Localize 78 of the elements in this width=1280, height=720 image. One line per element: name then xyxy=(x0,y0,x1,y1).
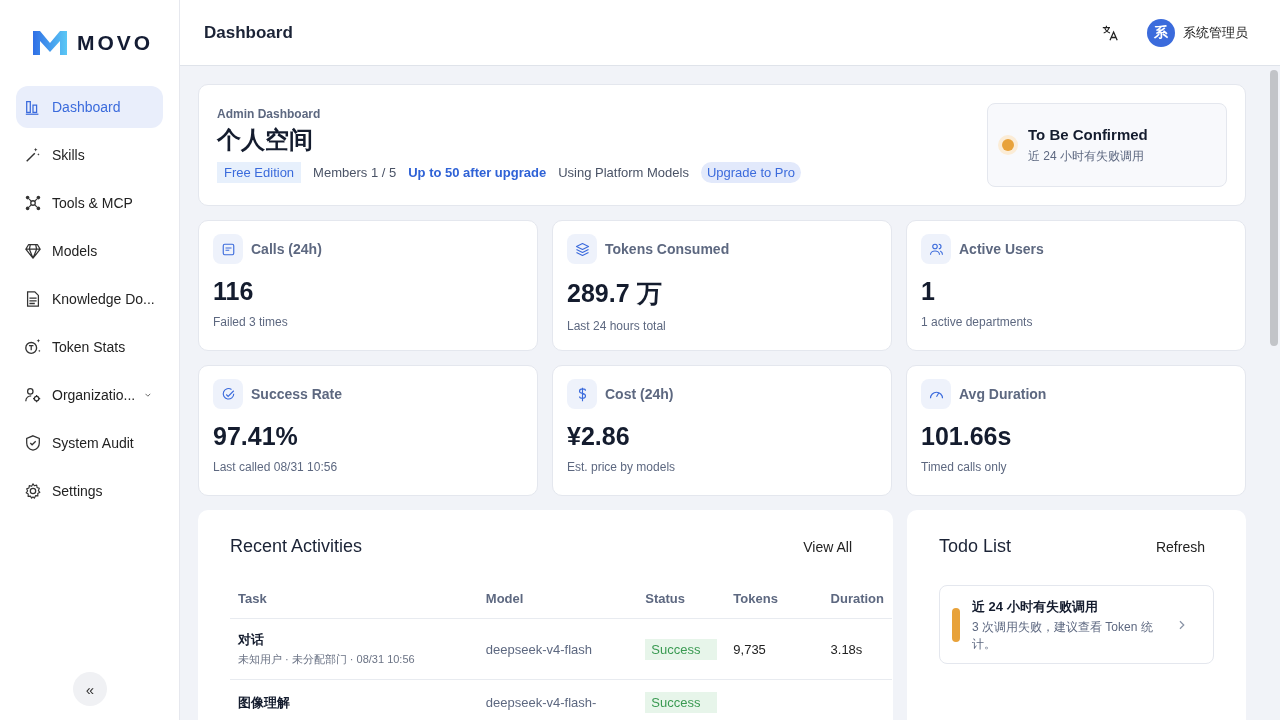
todo-title: 近 24 小时有失败调用 xyxy=(972,598,1099,616)
document-icon xyxy=(24,290,42,308)
alert-title: To Be Confirmed xyxy=(1028,125,1148,143)
task-name: 图像理解 xyxy=(238,693,291,712)
scroll-bar[interactable] xyxy=(1270,70,1278,346)
column-header: Duration xyxy=(822,591,892,619)
stat-note: Last 24 hours total xyxy=(567,319,667,333)
models-note: Using Platform Models xyxy=(558,165,689,180)
stat-value: 1 xyxy=(921,277,936,306)
stat-value: 289.7 万 xyxy=(567,278,663,309)
shield-icon xyxy=(24,434,42,452)
status-tag: Success xyxy=(645,638,718,660)
section-title: Todo List xyxy=(939,536,1012,557)
task-name: 对话 xyxy=(238,631,265,649)
nav-item[interactable]: System Audit xyxy=(16,422,163,464)
nav-item[interactable]: Dashboard xyxy=(16,86,163,128)
translate-icon[interactable] xyxy=(1101,23,1119,42)
stat-label: Active Users xyxy=(959,241,1044,257)
column-header: Tokens xyxy=(725,591,823,619)
user-name[interactable]: 系统管理员 xyxy=(1183,23,1248,42)
stat-label: Cost (24h) xyxy=(605,386,674,402)
stat-label: Avg Duration xyxy=(959,386,1047,402)
status-tag: Success xyxy=(645,692,718,713)
stat-note: Failed 3 times xyxy=(213,315,289,329)
nav-item[interactable]: Organizatio... xyxy=(16,374,163,416)
wand-icon xyxy=(24,146,42,164)
edition-tag: Free Edition xyxy=(217,162,302,183)
stat-value: 101.66s xyxy=(921,422,1013,451)
nav-item[interactable]: Tools & MCP xyxy=(16,182,163,224)
column-header: Status xyxy=(637,591,726,619)
eyebrow-label: Admin Dashboard xyxy=(217,107,322,121)
user-avatar[interactable]: 系 xyxy=(1147,18,1175,47)
diamond-icon xyxy=(24,242,42,260)
members-count: Members 1 / 5 xyxy=(313,165,397,180)
settings-icon xyxy=(24,482,42,500)
column-header: Model xyxy=(477,591,638,619)
stat-label: Success Rate xyxy=(251,386,343,402)
stat-value: ¥2.86 xyxy=(567,422,631,451)
table-cell: 9,735 xyxy=(733,641,766,657)
upgrade-button[interactable]: Upgrade to Pro xyxy=(700,162,802,183)
column-header: Task xyxy=(230,591,478,619)
brand-name: MOVO xyxy=(77,30,154,55)
collapse-button[interactable]: « xyxy=(73,672,107,706)
table-cell: 3.18s xyxy=(830,641,863,657)
nav-item[interactable]: Settings xyxy=(16,470,163,512)
task-meta: 未知用户 · 未分配部门 · 08/31 10:56 xyxy=(238,652,416,667)
nav-item[interactable]: Token Stats xyxy=(16,326,163,368)
view-all-link[interactable]: View All xyxy=(803,538,852,555)
stat-note: 1 active departments xyxy=(921,315,1034,329)
chevron-right-icon xyxy=(1179,620,1185,631)
user-gear-icon xyxy=(24,386,42,404)
refresh-link[interactable]: Refresh xyxy=(1155,538,1205,555)
section-title: Recent Activities xyxy=(230,536,363,557)
stat-label: Tokens Consumed xyxy=(605,241,730,257)
token-icon xyxy=(24,338,42,356)
nav-item[interactable]: Models xyxy=(16,230,163,272)
network-icon xyxy=(24,194,42,212)
nav-item[interactable]: Skills xyxy=(16,134,163,176)
model-name: deepseek-v4-flash- xyxy=(485,695,597,710)
page-title: Dashboard xyxy=(204,22,293,43)
todo-text: 3 次调用失败，建议查看 Token 统计。 xyxy=(972,619,1154,653)
document-icon xyxy=(220,241,236,257)
stat-note: Last called 08/31 10:56 xyxy=(213,460,339,474)
todo-item[interactable]: 近 24 小时有失败调用 3 次调用失败，建议查看 Token 统计。 xyxy=(939,585,1214,664)
model-name: deepseek-v4-flash xyxy=(485,641,593,657)
upgrade-note[interactable]: Up to 50 after upgrade xyxy=(408,165,547,180)
stat-note: Timed calls only xyxy=(921,460,1008,474)
stat-value: 116 xyxy=(213,277,255,306)
alert-text: 近 24 小时有失败调用 xyxy=(1028,147,1145,165)
stat-value: 97.41% xyxy=(213,422,299,451)
users-icon xyxy=(928,241,944,257)
workspace-name: 个人空间 xyxy=(217,125,314,155)
stat-note: Est. price by models xyxy=(567,460,677,474)
logo-icon xyxy=(32,28,68,57)
stat-label: Calls (24h) xyxy=(251,241,322,257)
check-circle-icon xyxy=(220,386,236,402)
layers-icon xyxy=(574,241,590,257)
nav-item[interactable]: Knowledge Do... xyxy=(16,278,163,320)
